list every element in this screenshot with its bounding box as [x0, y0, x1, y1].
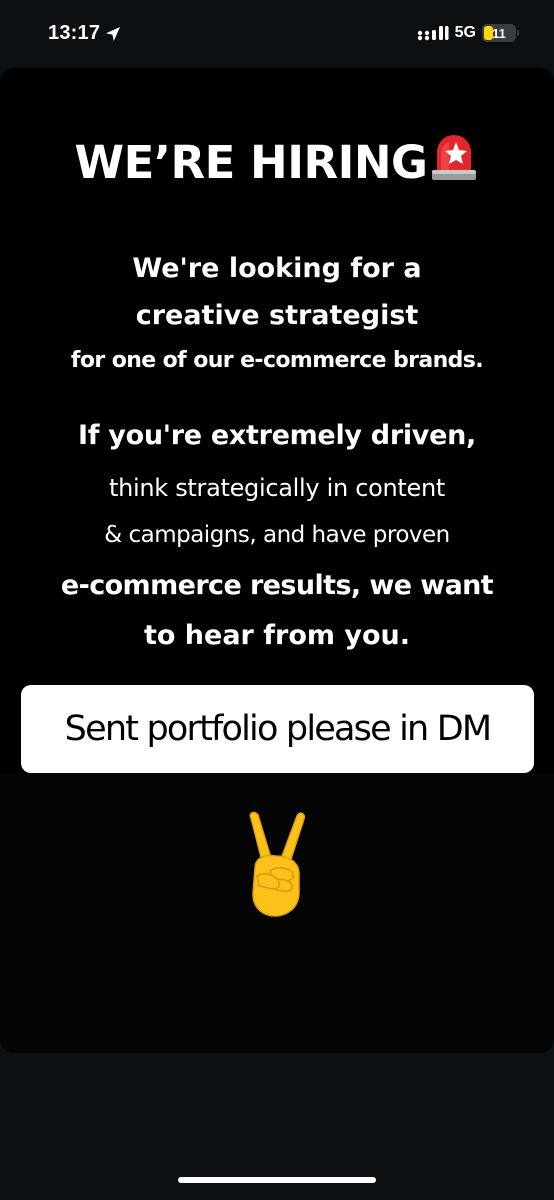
status-bar: 13:17 5G 11 — [0, 0, 554, 70]
home-indicator[interactable] — [178, 1177, 376, 1183]
battery-level: 11 — [492, 25, 506, 41]
intro-line-3: for one of our e-commerce brands. — [70, 348, 484, 373]
requirements-line-4: e-commerce results, we want — [60, 570, 494, 601]
story-card[interactable]: WE’RE HIRING We're looking for a creativ… — [0, 68, 554, 1053]
intro-line-2: creative strategist — [135, 300, 419, 331]
headline-text: WE’RE HIRING — [74, 136, 428, 189]
caption-text: Sent portfolio please in DM — [64, 709, 492, 749]
requirements-line-2: think strategically in content — [108, 474, 446, 502]
requirements-line-3: & campaigns, and have proven — [104, 522, 450, 548]
victory-hand-icon — [235, 810, 315, 920]
signal-strength-icon — [417, 25, 449, 41]
requirements-line-1: If you're extremely driven, — [77, 420, 476, 451]
headline: WE’RE HIRING — [0, 130, 554, 193]
network-type: 5G — [454, 24, 476, 41]
status-indicators: 5G 11 — [417, 24, 519, 42]
battery-cap — [517, 30, 519, 36]
location-arrow-icon — [105, 26, 121, 42]
clock: 13:17 — [48, 22, 101, 44]
requirements-line-5: to hear from you. — [143, 620, 411, 651]
clock-group: 13:17 — [48, 22, 121, 45]
caption-box: Sent portfolio please in DM — [21, 685, 534, 773]
siren-icon — [429, 130, 479, 193]
intro-line-1: We're looking for a — [132, 253, 422, 284]
battery-icon: 11 — [482, 24, 519, 42]
